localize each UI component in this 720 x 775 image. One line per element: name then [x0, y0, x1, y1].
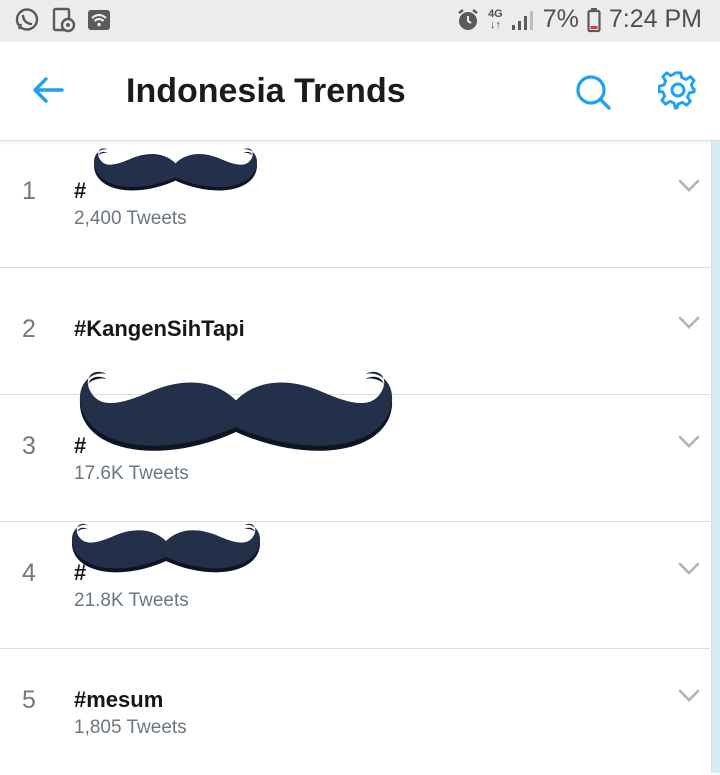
trend-rank: 1 — [22, 177, 36, 205]
trend-options-button[interactable] — [678, 689, 700, 708]
screen-record-icon — [50, 7, 76, 33]
chevron-down-icon — [678, 689, 700, 702]
chevron-down-icon — [678, 316, 700, 329]
network-type: 4G ↓↑ — [488, 7, 503, 31]
whatsapp-icon — [14, 7, 40, 33]
chevron-down-icon — [678, 179, 700, 192]
chevron-down-icon — [678, 435, 700, 448]
status-right-icons: 4G ↓↑ 7% 7:24 PM — [456, 5, 702, 34]
signal-icon — [511, 9, 535, 31]
trend-rank: 3 — [22, 432, 36, 460]
mustache-censor-icon — [79, 371, 393, 451]
chevron-down-icon — [678, 562, 700, 575]
back-button[interactable] — [30, 74, 66, 111]
trend-hashtag[interactable]: #KangenSihTapi — [74, 316, 245, 342]
trend-row-5[interactable]: 5 #mesum 1,805 Tweets — [0, 649, 710, 775]
trend-options-button[interactable] — [678, 435, 700, 454]
app-header: Indonesia Trends — [0, 42, 720, 141]
page-title: Indonesia Trends — [126, 72, 406, 110]
status-left-icons — [14, 7, 112, 33]
trend-tweet-count: 2,400 Tweets — [74, 208, 187, 229]
arrow-left-icon — [33, 77, 64, 103]
trend-rank: 2 — [22, 315, 36, 343]
gear-icon — [657, 71, 696, 110]
trend-hashtag[interactable]: #mesum — [74, 687, 163, 713]
alarm-icon — [456, 8, 480, 32]
search-icon — [576, 75, 611, 110]
trend-options-button[interactable] — [678, 562, 700, 581]
clock: 7:24 PM — [608, 5, 702, 33]
trend-tweet-count: 21.8K Tweets — [74, 590, 189, 611]
trend-tweet-count: 1,805 Tweets — [74, 717, 187, 738]
trend-rank: 4 — [22, 559, 36, 587]
settings-button[interactable] — [657, 71, 698, 116]
data-arrows-icon: ↓↑ — [489, 18, 501, 31]
status-bar: 4G ↓↑ 7% 7:24 PM — [0, 0, 720, 42]
trend-options-button[interactable] — [678, 316, 700, 335]
battery-icon — [587, 7, 601, 33]
mustache-censor-icon — [71, 523, 261, 573]
trend-rank: 5 — [22, 686, 36, 714]
mustache-censor-icon — [93, 148, 258, 191]
scrollbar-track[interactable] — [711, 141, 720, 773]
battery-percent: 7% — [542, 5, 579, 33]
search-button[interactable] — [573, 72, 613, 117]
wifi-icon — [86, 7, 112, 33]
trend-options-button[interactable] — [678, 179, 700, 198]
